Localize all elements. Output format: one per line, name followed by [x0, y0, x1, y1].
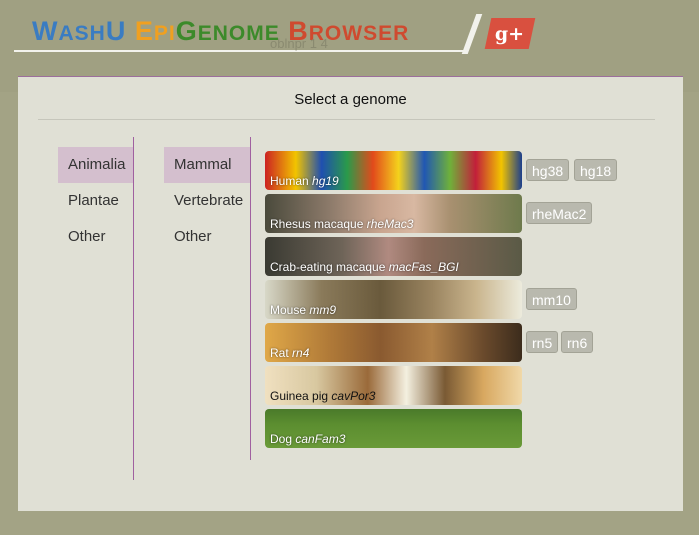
logo-underline: [14, 50, 464, 52]
app-logo[interactable]: WASHU EPIGENOME BROWSER: [32, 16, 409, 47]
build-button-rn6[interactable]: rn6: [561, 331, 594, 353]
species-label: Mouse mm9: [270, 303, 337, 317]
column-divider: [250, 137, 251, 460]
species-tile-crab-eating-macaque[interactable]: Crab-eating macaque macFas_BGI: [265, 237, 522, 276]
google-plus-icon: g+: [495, 22, 525, 45]
group-item-mammal[interactable]: Mammal: [164, 147, 250, 183]
species-tile-human[interactable]: Human hg19: [265, 151, 522, 190]
kingdom-item-animalia[interactable]: Animalia: [58, 147, 133, 183]
species-tile-rhesus-macaque[interactable]: Rhesus macaque rheMac3: [265, 194, 522, 233]
species-label: Dog canFam3: [270, 432, 346, 446]
species-tile-rat[interactable]: Rat rn4: [265, 323, 522, 362]
logo-word-washu-w: WASH: [32, 16, 106, 46]
species-tile-dog[interactable]: Dog canFam3: [265, 409, 522, 448]
build-button-rn5[interactable]: rn5: [526, 331, 559, 353]
species-label: Rat rn4: [270, 346, 310, 360]
build-button-mm10[interactable]: mm10: [526, 288, 577, 310]
species-tile-guinea-pig[interactable]: Guinea pig cavPor3: [265, 366, 522, 405]
group-item-vertebrate[interactable]: Vertebrate: [164, 183, 250, 219]
logo-word-washu-u: U: [105, 16, 127, 46]
background-header-text: oblnpr 1 4: [270, 36, 328, 51]
logo-slash: [461, 14, 483, 54]
species-tile-mouse[interactable]: Mouse mm9: [265, 280, 522, 319]
logo-word-genome: GENOME: [175, 16, 280, 46]
genome-selection-dialog: Select a genome Animalia Plantae Other M…: [18, 76, 683, 511]
build-button-hg38[interactable]: hg38: [526, 159, 570, 181]
build-button-hg18[interactable]: hg18: [574, 159, 618, 181]
species-label: Rhesus macaque rheMac3: [270, 217, 414, 231]
dialog-divider: [38, 119, 655, 120]
logo-word-epi: EPI: [134, 16, 176, 46]
kingdom-item-other[interactable]: Other: [58, 219, 133, 255]
google-plus-button[interactable]: g+: [484, 18, 536, 49]
species-label: Crab-eating macaque macFas_BGI: [270, 260, 459, 274]
build-button-rhemac2[interactable]: rheMac2: [526, 202, 593, 224]
column-divider: [133, 137, 134, 480]
species-label: Human hg19: [270, 174, 339, 188]
kingdom-item-plantae[interactable]: Plantae: [58, 183, 133, 219]
species-label: Guinea pig cavPor3: [270, 389, 376, 403]
group-item-other[interactable]: Other: [164, 219, 250, 255]
dialog-title: Select a genome: [294, 91, 407, 108]
